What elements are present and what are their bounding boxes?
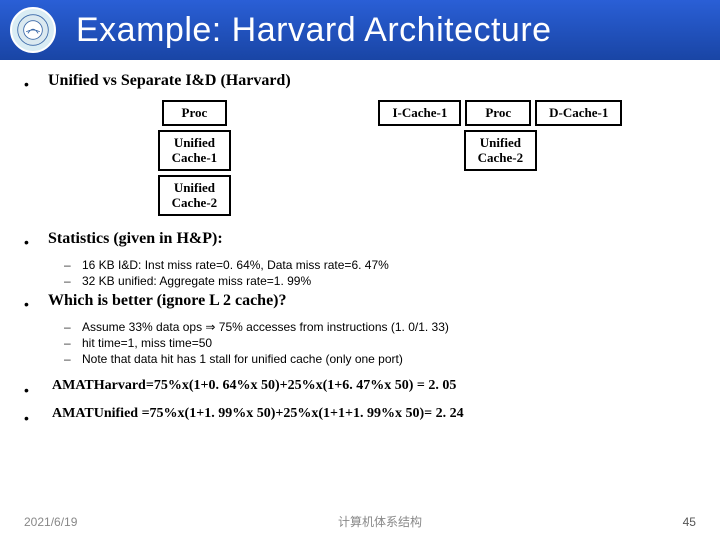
sub-text: 16 KB I&D: Inst miss rate=0. 64%, Data m… (82, 258, 389, 272)
sub-text: Note that data hit has 1 stall for unifi… (82, 352, 403, 366)
footer-page-number: 45 (683, 515, 696, 529)
box-harvard-l2: Unified Cache-2 (464, 130, 538, 171)
footer-date: 2021/6/19 (24, 515, 77, 529)
seal-icon (16, 13, 50, 47)
bullet-eq2: • AMATUnified =75%x(1+1. 99%x 50)+25%x(1… (24, 406, 696, 426)
sub-bullet: – hit time=1, miss time=50 (64, 336, 696, 350)
bullet-dot: • (24, 378, 48, 398)
dash: – (64, 352, 82, 366)
logo-seal (10, 7, 56, 53)
box-icache: I-Cache-1 (378, 100, 461, 126)
sub-bullet: – Assume 33% data ops ⇒ 75% accesses fro… (64, 320, 696, 334)
box-proc-h: Proc (465, 100, 531, 126)
bullet-text: Unified vs Separate I&D (Harvard) (48, 72, 291, 90)
equation-harvard: AMATHarvard=75%x(1+0. 64%x 50)+25%x(1+6.… (52, 378, 456, 394)
dash: – (64, 274, 82, 288)
bullet-eq1: • AMATHarvard=75%x(1+0. 64%x 50)+25%x(1+… (24, 378, 696, 398)
box-dcache: D-Cache-1 (535, 100, 622, 126)
sub-text: 32 KB unified: Aggregate miss rate=1. 99… (82, 274, 311, 288)
bullet-statistics: • Statistics (given in H&P): (24, 230, 696, 250)
box-proc: Proc (162, 100, 228, 126)
box-unified-l2: Unified Cache-2 (158, 175, 232, 216)
sub-text: hit time=1, miss time=50 (82, 336, 212, 350)
slide-title: Example: Harvard Architecture (76, 11, 552, 50)
bullet-dot: • (24, 292, 48, 312)
dash: – (64, 320, 82, 334)
diagram-unified: Proc Unified Cache-1 Unified Cache-2 (158, 100, 232, 216)
equation-unified: AMATUnified =75%x(1+1. 99%x 50)+25%x(1+1… (52, 406, 464, 422)
slide-header: Example: Harvard Architecture (0, 0, 720, 60)
bullet-dot: • (24, 230, 48, 250)
box-unified-l1: Unified Cache-1 (158, 130, 232, 171)
bullet-text: Which is better (ignore L 2 cache)? (48, 292, 287, 310)
sub-bullet: – 32 KB unified: Aggregate miss rate=1. … (64, 274, 696, 288)
slide-footer: 2021/6/19 计算机体系结构 45 (0, 513, 720, 530)
sub-bullet: – 16 KB I&D: Inst miss rate=0. 64%, Data… (64, 258, 696, 272)
footer-course: 计算机体系结构 (338, 513, 422, 530)
harvard-top-row: I-Cache-1 Proc D-Cache-1 (378, 100, 622, 126)
bullet-which-better: • Which is better (ignore L 2 cache)? (24, 292, 696, 312)
bullet-dot: • (24, 72, 48, 92)
bullet-unified-vs-separate: • Unified vs Separate I&D (Harvard) (24, 72, 696, 92)
slide-content: • Unified vs Separate I&D (Harvard) Proc… (0, 60, 720, 426)
dash: – (64, 258, 82, 272)
bullet-dot: • (24, 406, 48, 426)
sub-bullet: – Note that data hit has 1 stall for uni… (64, 352, 696, 366)
diagram-area: Proc Unified Cache-1 Unified Cache-2 I-C… (84, 100, 696, 216)
diagram-harvard: I-Cache-1 Proc D-Cache-1 Unified Cache-2 (378, 100, 622, 216)
sub-text: Assume 33% data ops ⇒ 75% accesses from … (82, 320, 449, 334)
bullet-text: Statistics (given in H&P): (48, 230, 223, 248)
dash: – (64, 336, 82, 350)
